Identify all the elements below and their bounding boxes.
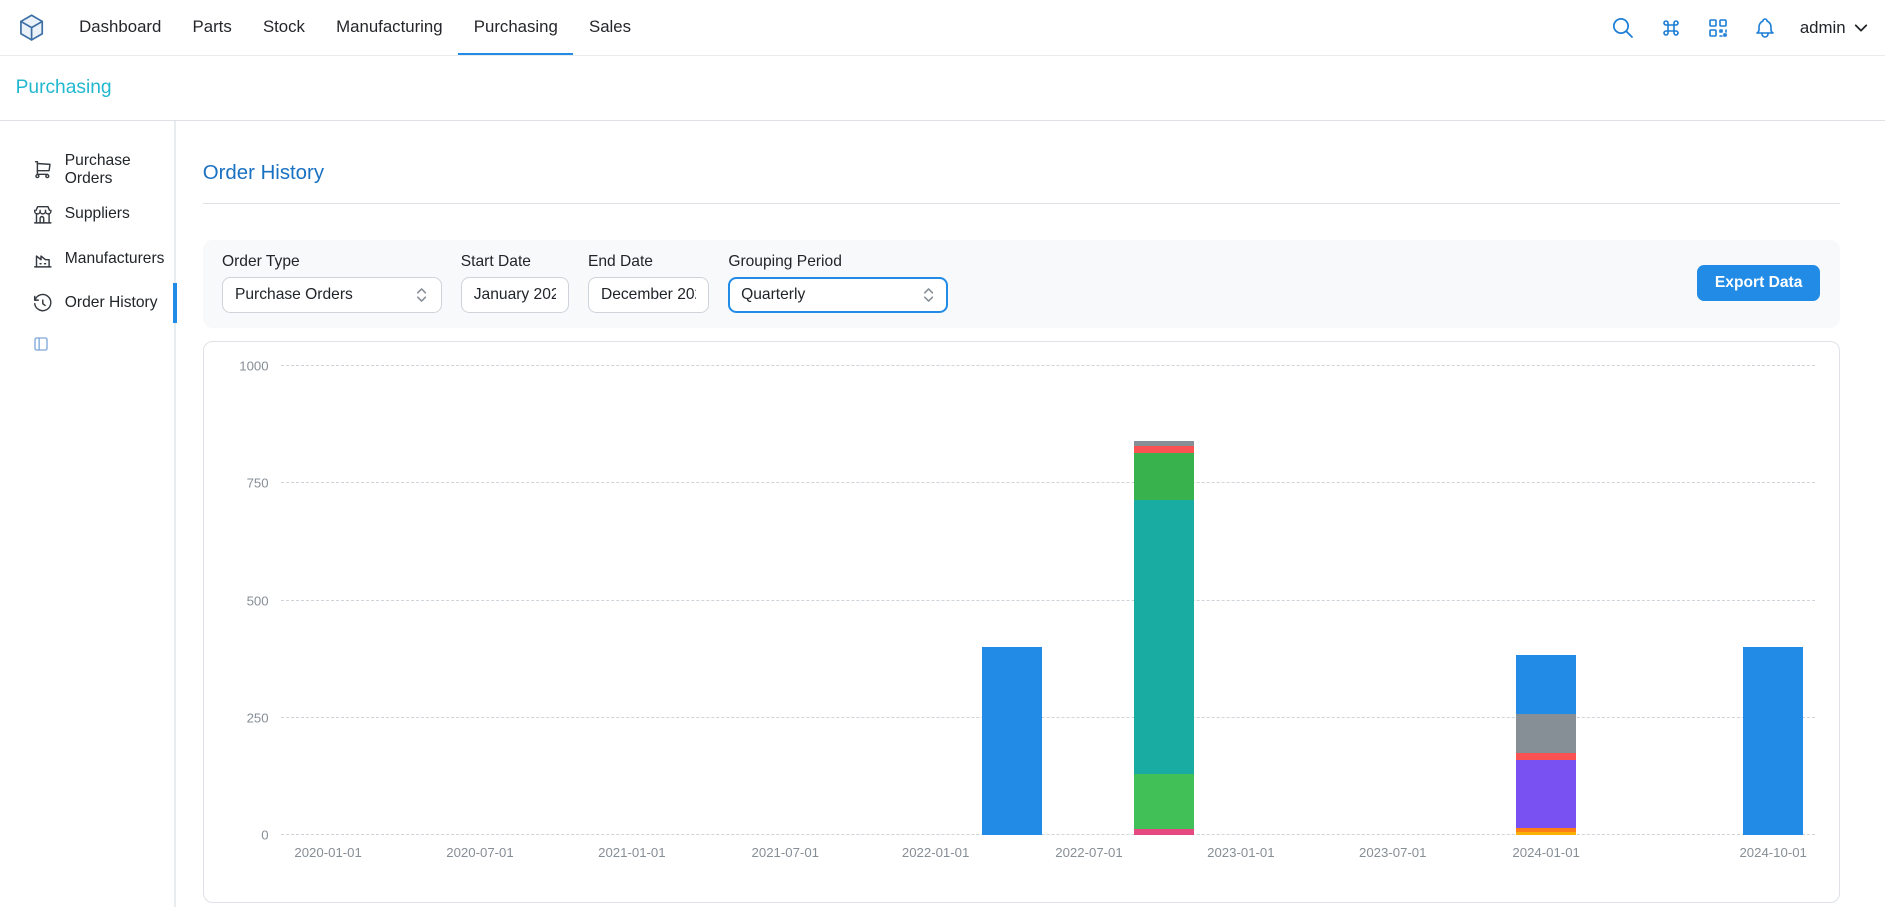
- sidebar-item-manufacturers[interactable]: Manufacturers: [0, 237, 174, 281]
- sidebar-item-suppliers[interactable]: Suppliers: [0, 192, 174, 236]
- gridline: [281, 365, 1815, 366]
- tab-purchasing[interactable]: Purchasing: [458, 0, 573, 55]
- chart-x-axis: 2020-01-01 2020-07-01 2021-01-01 2021-07-01…: [281, 845, 1815, 864]
- chevron-selector-icon: [922, 286, 935, 304]
- y-tick-label: 250: [247, 710, 269, 725]
- page-title: Purchasing: [16, 77, 112, 98]
- chart-bar: [1516, 655, 1576, 836]
- main-panel: Order History Order Type Purchase Orders: [176, 121, 1885, 907]
- gridline: [281, 717, 1815, 718]
- bar-segment: [1516, 832, 1576, 835]
- navbar: Dashboard Parts Stock Manufacturing Purc…: [0, 0, 1885, 56]
- user-menu[interactable]: admin: [1800, 18, 1870, 38]
- bar-segment: [1743, 647, 1803, 835]
- gridline: [281, 600, 1815, 601]
- x-tick-label: 2020-07-01: [446, 845, 513, 860]
- chart-panel: 0 250 500 750 1000 2020-01-01 2020-07-01 2021-…: [203, 341, 1840, 903]
- search-icon[interactable]: [1610, 15, 1636, 41]
- grouping-period-value: Quarterly: [741, 286, 805, 304]
- order-type-value: Purchase Orders: [235, 286, 353, 304]
- bar-segment: [1134, 453, 1194, 500]
- x-tick-label: 2022-07-01: [1055, 845, 1122, 860]
- bar-segment: [1516, 655, 1576, 714]
- x-tick-label: 2021-07-01: [752, 845, 819, 860]
- export-data-button[interactable]: Export Data: [1697, 265, 1821, 301]
- chevron-selector-icon: [415, 286, 428, 304]
- chart-body: 02505007501000: [228, 366, 1815, 835]
- end-date-field: End Date: [588, 253, 709, 313]
- command-icon[interactable]: [1659, 16, 1683, 40]
- chart-bar: [982, 647, 1042, 835]
- tab-manufacturing[interactable]: Manufacturing: [321, 0, 459, 55]
- content: Purchase Orders Suppliers: [0, 121, 1885, 907]
- tab-parts[interactable]: Parts: [177, 0, 247, 55]
- end-date-input[interactable]: [588, 277, 709, 313]
- qrcode-icon[interactable]: [1706, 16, 1730, 40]
- tab-sales[interactable]: Sales: [573, 0, 646, 55]
- navbar-actions: admin: [1610, 0, 1869, 55]
- grouping-period-label: Grouping Period: [728, 253, 948, 271]
- bell-icon[interactable]: [1753, 16, 1777, 40]
- sidebar-item-label: Purchase Orders: [65, 152, 175, 188]
- sidebar-item-label: Manufacturers: [65, 250, 165, 268]
- grouping-period-select[interactable]: Quarterly: [728, 277, 948, 313]
- main-nav: Dashboard Parts Stock Manufacturing Purc…: [64, 0, 647, 55]
- x-tick-label: 2024-01-01: [1512, 845, 1579, 860]
- tab-dashboard[interactable]: Dashboard: [64, 0, 177, 55]
- start-date-input[interactable]: [461, 277, 569, 313]
- building-store-icon: [32, 204, 54, 226]
- chart-plot: [281, 366, 1815, 835]
- bar-segment: [1516, 760, 1576, 828]
- bar-segment: [1134, 446, 1194, 453]
- x-tick-label: 2021-01-01: [598, 845, 665, 860]
- chart-bar: [1134, 441, 1194, 835]
- y-tick-label: 0: [261, 828, 268, 843]
- order-type-select[interactable]: Purchase Orders: [222, 277, 442, 313]
- bar-segment: [1516, 714, 1576, 754]
- end-date-label: End Date: [588, 253, 709, 271]
- gridline: [281, 482, 1815, 483]
- chart-y-axis: 02505007501000: [228, 366, 281, 835]
- gridline: [281, 834, 1815, 835]
- sidebar-item-order-history[interactable]: Order History: [0, 281, 174, 325]
- section-heading: Order History: [203, 162, 1840, 185]
- bar-segment: [1134, 500, 1194, 774]
- building-factory-icon: [32, 248, 54, 270]
- bar-segment: [1134, 829, 1194, 835]
- x-tick-label: 2024-10-01: [1739, 845, 1806, 860]
- start-date-label: Start Date: [461, 253, 569, 271]
- filter-panel: Order Type Purchase Orders Start Date: [203, 240, 1840, 328]
- chevron-down-icon: [1852, 19, 1870, 37]
- x-tick-label: 2020-01-01: [294, 845, 361, 860]
- start-date-field: Start Date: [461, 253, 569, 313]
- tab-stock[interactable]: Stock: [247, 0, 320, 55]
- app-logo-icon[interactable]: [16, 0, 47, 55]
- x-tick-label: 2023-07-01: [1359, 845, 1426, 860]
- username: admin: [1800, 18, 1846, 38]
- section-divider: [203, 203, 1840, 204]
- bar-segment: [982, 647, 1042, 835]
- order-type-label: Order Type: [222, 253, 442, 271]
- grouping-period-field: Grouping Period Quarterly: [728, 253, 948, 313]
- y-tick-label: 1000: [239, 358, 268, 373]
- app-root: Dashboard Parts Stock Manufacturing Purc…: [0, 0, 1885, 906]
- x-tick-label: 2023-01-01: [1207, 845, 1274, 860]
- y-tick-label: 750: [247, 476, 269, 491]
- sidebar: Purchase Orders Suppliers: [0, 121, 176, 907]
- order-type-field: Order Type Purchase Orders: [222, 253, 442, 313]
- y-tick-label: 500: [247, 593, 269, 608]
- sidebar-item-purchase-orders[interactable]: Purchase Orders: [0, 148, 174, 192]
- bar-segment: [1134, 774, 1194, 829]
- x-tick-label: 2022-01-01: [902, 845, 969, 860]
- shopping-cart-icon: [32, 159, 54, 181]
- page-header: Purchasing: [0, 56, 1885, 121]
- sidebar-collapse-icon[interactable]: [32, 335, 50, 353]
- history-icon: [32, 292, 54, 314]
- sidebar-item-label: Order History: [65, 294, 158, 312]
- chart-bar: [1743, 647, 1803, 835]
- sidebar-item-label: Suppliers: [65, 205, 130, 223]
